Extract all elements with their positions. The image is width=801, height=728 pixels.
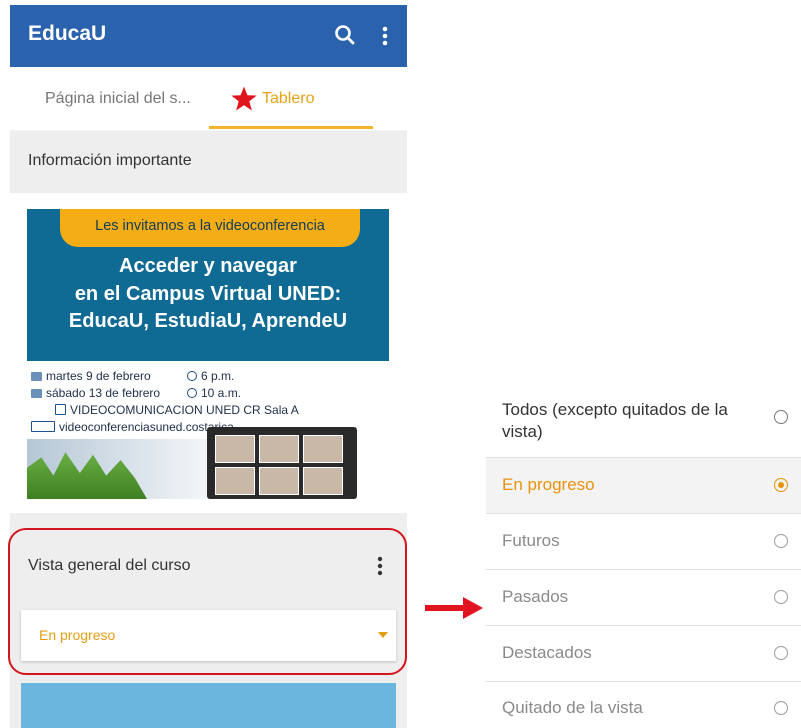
- videoconference-banner[interactable]: Les invitamos a la videoconferencia Acce…: [27, 209, 389, 499]
- radio-icon[interactable]: [774, 701, 788, 715]
- clock-icon: [187, 388, 197, 398]
- schedule-time-1: 6 p.m.: [187, 369, 234, 383]
- clock-icon: [187, 371, 197, 381]
- time-1: 6 p.m.: [201, 369, 235, 383]
- radio-icon[interactable]: [774, 646, 788, 660]
- live-line: videoconferenciasuned.costarica: [31, 420, 234, 434]
- video-icon: [55, 404, 66, 415]
- search-icon[interactable]: [330, 21, 360, 51]
- star-icon: [231, 86, 257, 110]
- important-info-header: Información importante: [10, 131, 407, 193]
- tab-dashboard-label: Tablero: [262, 89, 315, 107]
- tab-home-label: Página inicial del s...: [45, 89, 191, 107]
- calendar-icon: [31, 389, 42, 398]
- radio-icon[interactable]: [774, 590, 788, 604]
- chevron-down-icon: [378, 632, 388, 638]
- filter-option-starred[interactable]: Destacados: [486, 626, 801, 681]
- filter-option-in-progress[interactable]: En progreso: [486, 458, 801, 513]
- participant-tile: [215, 467, 255, 495]
- banner-headline-2: en el Campus Virtual UNED:: [74, 283, 342, 305]
- more-vert-icon[interactable]: [370, 553, 390, 579]
- course-card[interactable]: [21, 683, 396, 728]
- course-overview-section: Vista general del curso En progreso: [10, 513, 407, 728]
- course-overview-title: Vista general del curso: [28, 557, 191, 574]
- active-tab-indicator: [209, 126, 373, 129]
- app-title: EducaU: [28, 22, 107, 45]
- banner-pill: Les invitamos a la videoconferencia: [60, 209, 360, 247]
- participant-tile: [303, 467, 343, 495]
- radio-icon[interactable]: [774, 410, 788, 424]
- participant-tile: [259, 435, 299, 463]
- filter-option-future[interactable]: Futuros: [486, 514, 801, 569]
- participant-tile: [303, 435, 343, 463]
- radio-selected-icon[interactable]: [774, 478, 788, 492]
- announcement-area: Les invitamos a la videoconferencia Acce…: [10, 193, 407, 513]
- course-filter-dropdown[interactable]: En progreso: [21, 610, 396, 661]
- filter-option-past[interactable]: Pasados: [486, 570, 801, 625]
- filter-option-label: En progreso: [502, 475, 595, 494]
- calendar-icon: [31, 372, 42, 381]
- channel-name: VIDEOCOMUNICACION UNED CR Sala A: [70, 403, 299, 417]
- tab-dashboard[interactable]: Tablero: [230, 67, 314, 130]
- course-filter-value: En progreso: [39, 627, 116, 643]
- arrow-right-icon: [425, 597, 483, 619]
- schedule-time-2: 10 a.m.: [187, 386, 241, 400]
- radio-icon[interactable]: [774, 534, 788, 548]
- tab-bar: Página inicial del s... Tablero: [10, 67, 407, 130]
- time-2: 10 a.m.: [201, 386, 242, 400]
- filter-option-label: Quitado de la vista: [502, 698, 643, 717]
- filter-option-removed[interactable]: Quitado de la vista: [486, 682, 801, 728]
- tab-home-page[interactable]: Página inicial del s...: [45, 67, 191, 130]
- filter-option-all[interactable]: Todos (excepto quitados de la vista): [486, 380, 801, 454]
- filter-option-label: Destacados: [502, 643, 592, 662]
- participant-tile: [215, 435, 255, 463]
- banner-header-block: Les invitamos a la videoconferencia Acce…: [27, 209, 389, 361]
- filter-option-label: Pasados: [502, 587, 569, 606]
- course-filter-options: Todos (excepto quitados de la vista) En …: [486, 380, 801, 728]
- mobile-app-screen: EducaU Página inicial del s... Tablero I…: [10, 5, 407, 728]
- participant-tile: [259, 467, 299, 495]
- important-info-title: Información importante: [28, 152, 192, 169]
- schedule-line-1: martes 9 de febrero: [31, 369, 151, 383]
- banner-headline-1: Acceder y navegar: [119, 255, 297, 277]
- app-bar: EducaU: [10, 5, 407, 67]
- channel-line: VIDEOCOMUNICACION UNED CR Sala A: [55, 403, 299, 417]
- schedule-line-2: sábado 13 de febrero: [31, 386, 160, 400]
- filter-option-label: Futuros: [502, 531, 560, 550]
- video-call-illustration: [207, 427, 357, 499]
- live-icon: [31, 421, 55, 432]
- banner-headline-3: EducaU, EstudiaU, AprendeU: [68, 310, 348, 332]
- date-2: sábado 13 de febrero: [46, 386, 161, 400]
- more-vert-icon[interactable]: [370, 21, 400, 51]
- filter-option-label: Todos (excepto quitados de la vista): [502, 400, 728, 441]
- date-1: martes 9 de febrero: [46, 369, 151, 383]
